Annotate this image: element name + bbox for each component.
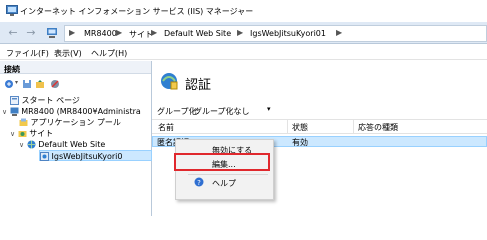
tree-item-label: サイト xyxy=(29,129,54,138)
menu-separator xyxy=(188,174,268,175)
help-icon: ? xyxy=(194,177,204,187)
chevron-right-icon: ▶ xyxy=(151,28,158,37)
connect-icon[interactable] xyxy=(4,79,14,89)
globe-icon xyxy=(27,140,36,149)
column-divider[interactable] xyxy=(353,119,354,134)
chevron-down-icon[interactable]: ∨ xyxy=(19,141,24,149)
tree-item-label: MR8400 (MR8400¥Administra xyxy=(21,107,141,116)
chevron-right-icon: ▶ xyxy=(69,28,76,37)
chevron-down-icon[interactable]: ∨ xyxy=(10,130,15,138)
sort-caret-icon: ^ xyxy=(217,112,223,120)
forward-arrow-icon[interactable]: → xyxy=(24,27,38,39)
breadcrumb-sites[interactable]: サイト xyxy=(129,29,153,40)
server-icon xyxy=(10,107,19,116)
dropdown-arrow-icon[interactable]: ▾ xyxy=(267,105,271,113)
group-by-label: グループ化: xyxy=(157,107,200,116)
breadcrumb-application[interactable]: IgsWebJitsuKyori01 xyxy=(250,29,326,38)
iis-app-icon xyxy=(6,5,18,16)
tree-item-default-web-site[interactable]: ∨ Default Web Site xyxy=(19,139,105,150)
chevron-down-icon[interactable]: ∨ xyxy=(2,108,7,116)
tree-item-label: スタート ページ xyxy=(21,96,80,105)
sites-folder-icon xyxy=(18,131,27,137)
breadcrumb-default-web-site[interactable]: Default Web Site xyxy=(164,29,231,38)
connections-label: 接続 xyxy=(4,65,20,74)
highlight-annotation xyxy=(174,153,270,171)
tree-item-label: アプリケーション プール xyxy=(30,118,121,127)
tree-item-sites[interactable]: ∨ サイト xyxy=(10,128,53,139)
back-arrow-icon[interactable]: ← xyxy=(6,27,20,39)
menu-file[interactable]: ファイル(F) xyxy=(6,48,49,59)
disconnect-icon[interactable] xyxy=(50,79,60,89)
tree-item-application[interactable]: IgsWebJitsuKyori0 xyxy=(39,150,152,161)
authentication-icon xyxy=(161,73,178,90)
chevron-right-icon: ▶ xyxy=(237,28,244,37)
start-page-icon xyxy=(10,96,19,105)
app-pool-icon xyxy=(19,118,28,126)
menu-item-help[interactable]: ヘルプ xyxy=(212,178,236,189)
tree-item-app-pools[interactable]: アプリケーション プール xyxy=(19,117,121,128)
save-icon[interactable] xyxy=(22,79,32,89)
breadcrumb-server[interactable]: MR8400 xyxy=(84,29,117,38)
menu-help[interactable]: ヘルプ(H) xyxy=(91,48,127,59)
server-icon xyxy=(47,28,57,38)
tree-item-label: Default Web Site xyxy=(38,140,106,149)
cell-status: 有効 xyxy=(292,138,308,147)
menu-view[interactable]: 表示(V) xyxy=(54,48,82,59)
chevron-down-icon[interactable]: ▾ xyxy=(15,79,18,86)
svg-text:?: ? xyxy=(197,179,201,187)
column-header-response-type[interactable]: 応答の種類 xyxy=(358,122,398,133)
chevron-right-icon: ▶ xyxy=(116,28,123,37)
app-icon xyxy=(40,152,49,161)
column-header-name[interactable]: 名前 xyxy=(158,122,174,133)
connections-header xyxy=(0,61,151,74)
column-header-status[interactable]: 状態 xyxy=(292,122,308,133)
tree-item-label: IgsWebJitsuKyori0 xyxy=(51,152,123,161)
column-header-row xyxy=(152,119,487,134)
column-divider[interactable] xyxy=(287,119,288,134)
tree-item-server[interactable]: ∨ MR8400 (MR8400¥Administra xyxy=(2,106,141,117)
page-title: 認証 xyxy=(185,78,212,93)
up-folder-icon[interactable] xyxy=(35,79,45,89)
tree-item-start-page[interactable]: スタート ページ xyxy=(10,95,80,106)
window-title: インターネット インフォメーション サービス (IIS) マネージャー xyxy=(20,7,254,16)
chevron-right-icon: ▶ xyxy=(336,28,343,37)
